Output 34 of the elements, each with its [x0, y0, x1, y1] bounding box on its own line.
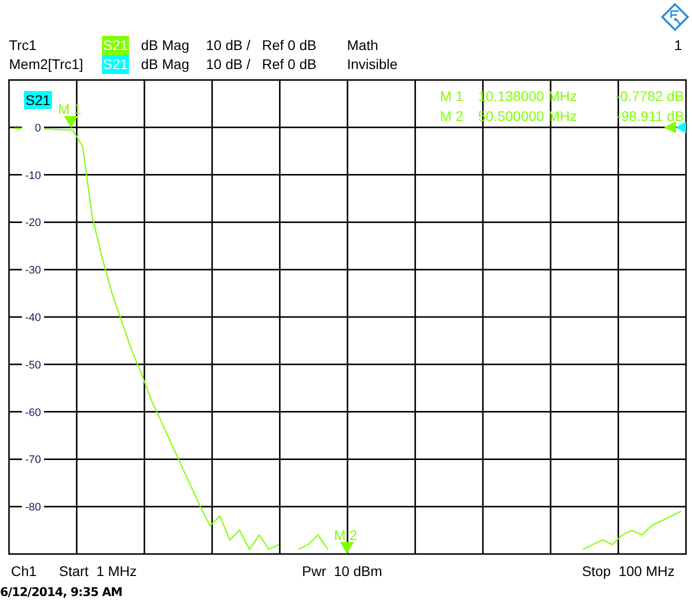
trace-scale: 10 dB / — [206, 55, 252, 74]
axis-tick-label: -80 — [25, 502, 41, 514]
stop-frequency: Stop 100 MHz — [582, 563, 675, 579]
marker-icon — [340, 542, 354, 554]
channel-number: 1 — [674, 36, 682, 55]
trace-scale: 10 dB / — [206, 36, 252, 55]
trace-label: S21 — [24, 91, 52, 109]
axis-tick-label: -30 — [25, 264, 41, 277]
trace-format: dB Mag — [141, 55, 190, 74]
trace-state: Math — [347, 36, 380, 55]
parameter-badge: S21 — [102, 55, 129, 74]
marker-icon — [64, 116, 78, 128]
marker-name: M 2 — [440, 108, 464, 124]
axis-tick-label: -40 — [25, 312, 41, 324]
axis-tick-label: -20 — [25, 217, 41, 230]
reference-level: Ref 0 dB — [262, 55, 318, 74]
axis-tick-label: -60 — [25, 406, 41, 419]
axis-tick-label: -50 — [25, 359, 41, 372]
trace-state: Invisible — [347, 55, 399, 74]
reference-arrow-icon — [676, 121, 686, 134]
parameter-badge: S21 — [102, 36, 129, 55]
start-frequency: Start 1 MHz — [59, 563, 138, 579]
source-power: Pwr 10 dBm — [302, 563, 384, 579]
trace-name: Trc1 — [9, 36, 38, 55]
trace-format: dB Mag — [141, 36, 190, 55]
channel-label: Ch1 — [10, 563, 38, 579]
axis-tick-label: -10 — [25, 170, 41, 182]
reference-level: Ref 0 dB — [262, 36, 318, 55]
trace-name: Mem2[Trc1] — [9, 55, 84, 74]
marker-name: M 1 — [440, 88, 464, 104]
axis-tick-label: -70 — [25, 454, 41, 466]
timestamp: 6/12/2014, 9:35 AM — [0, 585, 122, 599]
marker-label: M 2 — [334, 527, 358, 543]
reference-arrow-icon — [664, 121, 676, 134]
